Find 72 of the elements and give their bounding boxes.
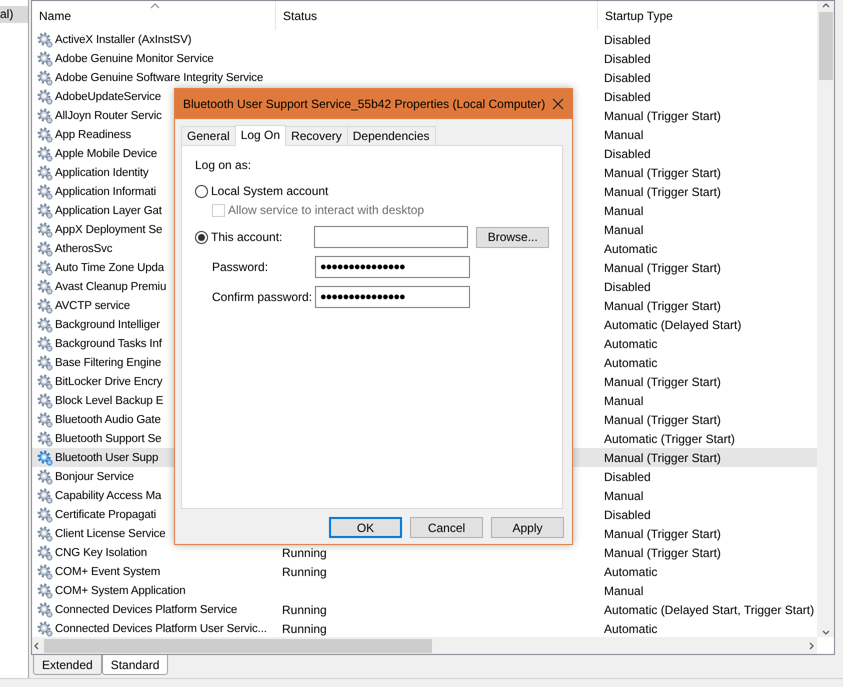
- startup-type: Disabled: [604, 52, 651, 66]
- startup-type: Disabled: [604, 90, 651, 104]
- service-name: Bonjour Service: [55, 470, 134, 482]
- startup-type: Automatic: [604, 242, 658, 256]
- startup-type: Disabled: [604, 146, 651, 160]
- startup-type: Manual (Trigger Start): [604, 450, 721, 464]
- startup-type: Manual (Trigger Start): [604, 184, 721, 198]
- service-name: COM+ Event System: [55, 566, 160, 578]
- status-text: Running: [282, 622, 327, 636]
- startup-type: Manual (Trigger Start): [604, 412, 721, 426]
- status-text: Running: [282, 564, 327, 578]
- service-name: Bluetooth Audio Gate: [55, 414, 161, 426]
- dialog-title: Bluetooth User Support Service_55b42 Properties (Local Computer): [183, 97, 546, 111]
- service-name: CNG Key Isolation: [55, 546, 148, 558]
- service-name: AppX Deployment Se: [55, 224, 162, 236]
- service-name: Capability Access Ma: [55, 490, 162, 502]
- status-text: Running: [282, 602, 327, 616]
- startup-type: Disabled: [604, 508, 651, 522]
- startup-type: Manual (Trigger Start): [604, 298, 721, 312]
- service-name: Base Filtering Engine: [55, 356, 162, 368]
- startup-type: Disabled: [604, 70, 651, 84]
- startup-type: Automatic: [604, 336, 658, 350]
- status-text: Running: [282, 546, 327, 560]
- service-name: AVCTP service: [55, 300, 130, 312]
- service-name: Background Tasks Inf: [55, 338, 162, 350]
- startup-type: Automatic (Delayed Start): [604, 318, 742, 332]
- field-label: Confirm password:: [212, 290, 312, 304]
- service-name: Application Layer Gat: [55, 204, 162, 216]
- service-name: Connected Devices Platform User Servic...: [55, 622, 267, 634]
- service-name: Adobe Genuine Software Integrity Service: [55, 72, 264, 84]
- startup-type: Automatic: [604, 622, 658, 636]
- startup-type: Manual (Trigger Start): [604, 546, 721, 560]
- startup-type: Manual: [604, 394, 644, 408]
- service-name: COM+ System Application: [55, 584, 186, 596]
- service-name: Bluetooth Support Se: [55, 432, 162, 444]
- startup-type: Disabled: [604, 470, 651, 484]
- startup-type: Manual: [604, 222, 644, 236]
- startup-type: Automatic (Trigger Start): [604, 432, 735, 446]
- service-name: Connected Devices Platform Service: [55, 604, 238, 616]
- startup-type: Manual (Trigger Start): [604, 526, 721, 540]
- service-name: Adobe Genuine Monitor Service: [55, 52, 214, 64]
- service-name: Apple Mobile Device: [55, 148, 157, 160]
- startup-type: Manual (Trigger Start): [604, 166, 721, 180]
- service-name: Application Identity: [55, 166, 149, 178]
- service-name: AtherosSvc: [55, 242, 112, 254]
- startup-type: Manual: [604, 488, 644, 502]
- section-label: Log on as:: [195, 158, 252, 172]
- startup-type: Manual: [604, 584, 644, 598]
- service-name: Client License Service: [55, 528, 166, 540]
- service-name: Auto Time Zone Upda: [55, 262, 164, 274]
- startup-type: Automatic (Delayed Start, Trigger Start): [604, 602, 814, 616]
- startup-type: Manual (Trigger Start): [604, 374, 721, 388]
- service-name: Bluetooth User Supp: [55, 452, 158, 464]
- startup-type: Manual (Trigger Start): [604, 260, 721, 274]
- service-name: AllJoyn Router Servic: [55, 110, 162, 122]
- startup-type: Automatic: [604, 356, 658, 370]
- service-name: AdobeUpdateService: [55, 90, 161, 102]
- service-name: App Readiness: [55, 128, 132, 140]
- field-label: Password:: [212, 260, 268, 274]
- startup-type: Manual: [604, 128, 644, 142]
- startup-type: Disabled: [604, 280, 651, 294]
- service-name: Avast Cleanup Premiu: [55, 280, 166, 292]
- service-name: Application Informati: [55, 186, 156, 198]
- service-name: Block Level Backup E: [55, 394, 164, 406]
- startup-type: Disabled: [604, 32, 651, 46]
- startup-type: Automatic: [604, 564, 658, 578]
- service-name: ActiveX Installer (AxInstSV): [55, 34, 192, 46]
- startup-type: Manual: [604, 204, 644, 218]
- service-name: Background Intelliger: [55, 318, 160, 330]
- service-name: BitLocker Drive Encry: [55, 376, 162, 388]
- startup-type: Manual (Trigger Start): [604, 108, 721, 122]
- service-name: Certificate Propagati: [55, 508, 156, 520]
